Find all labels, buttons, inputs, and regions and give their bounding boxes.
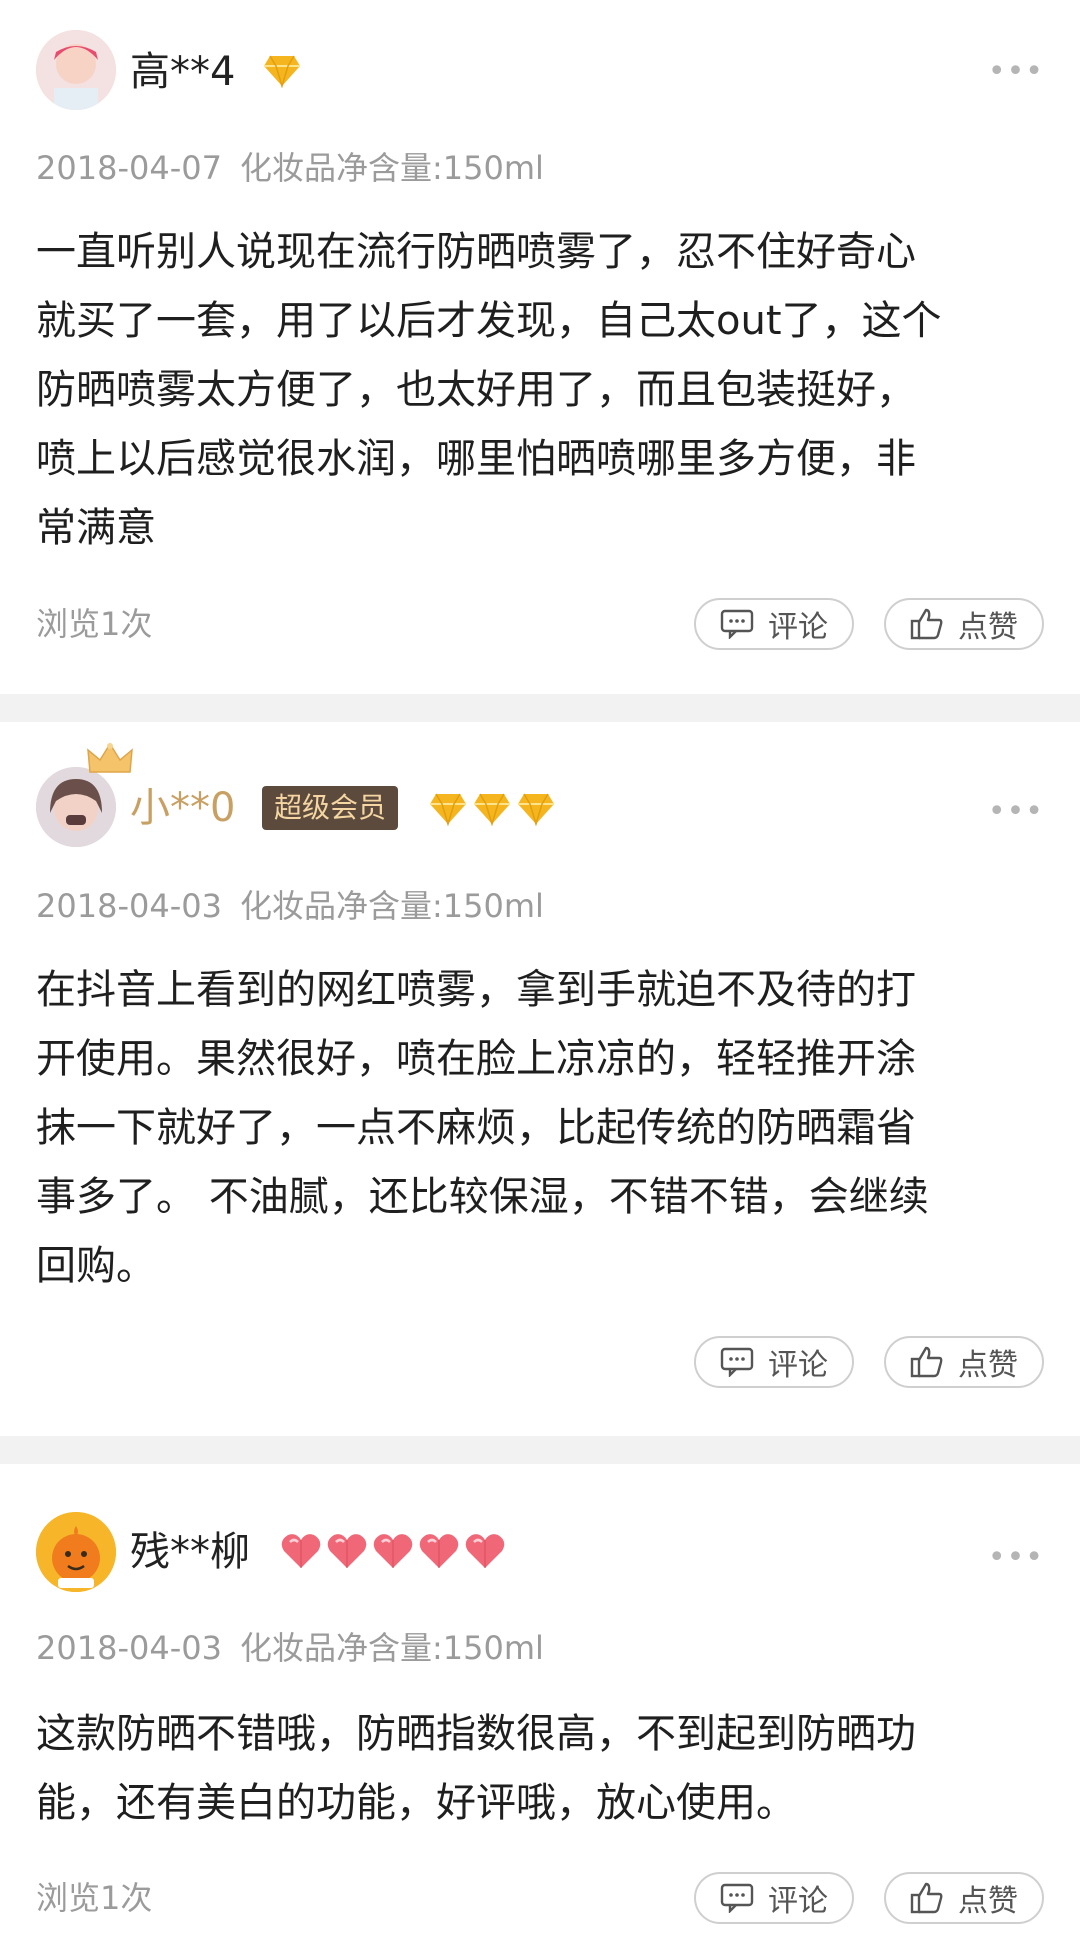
like-button[interactable]: 点赞	[884, 1872, 1044, 1924]
comment-label: 评论	[768, 1348, 828, 1383]
diamond-icon	[474, 793, 510, 826]
heart-icon	[419, 1534, 459, 1568]
avatar[interactable]	[36, 767, 116, 847]
product-spec: 化妆品净含量:150ml	[239, 887, 544, 925]
comment-button[interactable]: 评论	[694, 598, 854, 650]
like-label: 点赞	[958, 1884, 1018, 1919]
like-button[interactable]: 点赞	[884, 1336, 1044, 1388]
thumbs-up-icon	[910, 1346, 943, 1378]
heart-icon	[465, 1534, 505, 1568]
section-divider	[0, 694, 1080, 722]
like-label: 点赞	[958, 1348, 1018, 1383]
review-card: 小**0 超级会员 ••• 2018-04-03 化妆品净含量:150ml 在抖音…	[0, 722, 1080, 1436]
username: 高**4	[130, 49, 236, 95]
review-text: 这款防晒不错哦，防晒指数很高，不到起到防晒功 能，还有美白的功能，好评哦，放心使…	[36, 1711, 916, 1826]
level-icons	[280, 1532, 510, 1570]
thumbs-up-icon	[910, 1882, 943, 1914]
review-date: 2018-04-03	[36, 887, 222, 925]
crown-icon	[87, 742, 133, 773]
more-options-icon[interactable]: •••	[988, 797, 1044, 827]
like-label: 点赞	[958, 610, 1018, 645]
comment-label: 评论	[768, 610, 828, 645]
review-card: 残**柳 ••• 2018-04-03 化妆品净含量:150ml 这款防晒不错哦，…	[0, 1464, 1080, 1950]
avatar[interactable]	[36, 30, 116, 110]
like-button[interactable]: 点赞	[884, 598, 1044, 650]
comment-icon	[720, 1883, 754, 1913]
review-date: 2018-04-03	[36, 1629, 222, 1667]
comment-label: 评论	[768, 1884, 828, 1919]
section-divider	[0, 1436, 1080, 1464]
heart-icon	[281, 1534, 321, 1568]
comment-button[interactable]: 评论	[694, 1872, 854, 1924]
view-count: 浏览1次	[36, 605, 153, 643]
review-date: 2018-04-07	[36, 149, 222, 187]
level-icons	[428, 792, 560, 826]
comment-icon	[720, 1347, 754, 1377]
diamond-icon	[430, 793, 466, 826]
review-text: 一直听别人说现在流行防晒喷雾了，忍不住好奇心 就买了一套，用了以后才发现，自己太…	[36, 229, 942, 551]
review-text: 在抖音上看到的网红喷雾，拿到手就迫不及待的打 开使用。果然很好，喷在脸上凉凉的，…	[36, 967, 929, 1289]
review-meta: 2018-04-03 化妆品净含量:150ml	[36, 886, 544, 926]
view-count: 浏览1次	[36, 1879, 153, 1917]
thumbs-up-icon	[910, 608, 943, 640]
username: 残**柳	[130, 1529, 250, 1575]
product-spec: 化妆品净含量:150ml	[239, 1629, 544, 1667]
more-options-icon[interactable]: •••	[988, 1543, 1044, 1573]
diamond-icon	[264, 55, 300, 88]
review-meta: 2018-04-03 化妆品净含量:150ml	[36, 1628, 544, 1668]
level-icons	[262, 54, 306, 88]
comment-icon	[720, 609, 754, 639]
product-spec: 化妆品净含量:150ml	[239, 149, 544, 187]
review-card: 高**4 ••• 2018-04-07 化妆品净含量:150ml 一直听别人说现在…	[0, 0, 1080, 694]
heart-icon	[373, 1534, 413, 1568]
review-meta: 2018-04-07 化妆品净含量:150ml	[36, 148, 544, 188]
super-member-badge: 超级会员	[262, 786, 399, 830]
more-options-icon[interactable]: •••	[988, 57, 1044, 87]
heart-icon	[327, 1534, 367, 1568]
comment-button[interactable]: 评论	[694, 1336, 854, 1388]
diamond-icon	[518, 793, 554, 826]
avatar[interactable]	[36, 1512, 116, 1592]
username: 小**0	[130, 785, 236, 831]
